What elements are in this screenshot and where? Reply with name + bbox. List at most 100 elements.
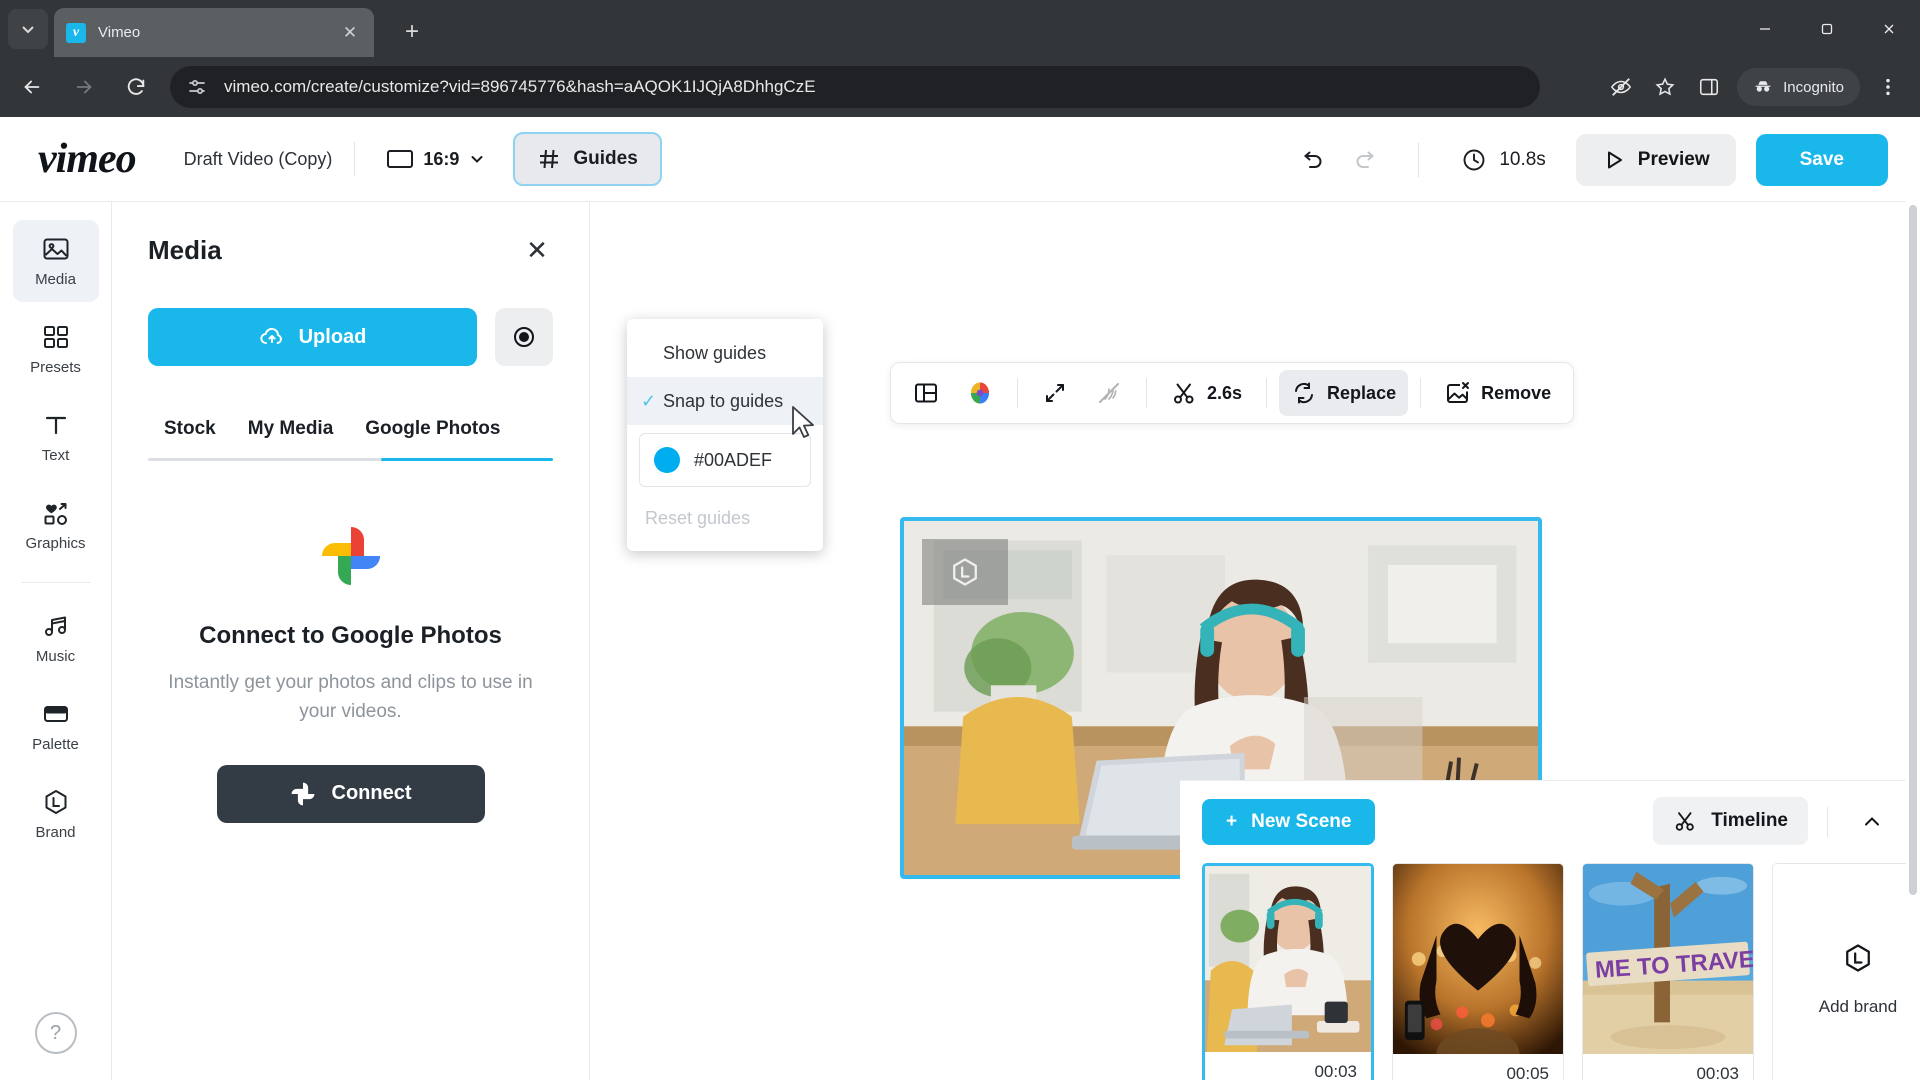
guides-label: Guides — [573, 148, 638, 169]
tab-underline — [148, 458, 553, 461]
scene-list: 00:03 00:05 ME TO TRAVEL 00:03 Add brand — [1202, 863, 1920, 1080]
connect-label: Connect — [331, 782, 412, 805]
expand-icon — [1046, 384, 1064, 402]
project-title[interactable]: Draft Video (Copy) — [184, 149, 333, 170]
close-panel-icon[interactable]: ✕ — [521, 234, 553, 266]
color-button[interactable] — [955, 370, 1005, 416]
preview-label: Preview — [1637, 148, 1710, 170]
bookmark-star-icon[interactable] — [1645, 66, 1685, 108]
scene-thumbnail — [1393, 864, 1563, 1054]
help-button[interactable]: ? — [34, 1012, 77, 1054]
sidebar-item-palette[interactable]: Palette — [13, 685, 99, 767]
record-button[interactable] — [495, 308, 553, 366]
aspect-ratio-selector[interactable]: 16:9 — [377, 137, 495, 181]
remove-button[interactable]: Remove — [1433, 370, 1563, 416]
minimize-icon[interactable] — [1734, 0, 1796, 57]
sidebar-item-presets[interactable]: Presets — [13, 308, 99, 390]
hide-tracking-icon[interactable] — [1601, 66, 1641, 108]
connect-google-photos-button[interactable]: Connect — [216, 764, 485, 823]
google-photos-white-icon — [291, 782, 314, 806]
close-window-icon[interactable] — [1858, 0, 1920, 57]
divider — [1017, 378, 1018, 408]
tab-google-photos[interactable]: Google Photos — [349, 418, 516, 458]
guides-button[interactable]: Guides — [513, 132, 662, 186]
page-scrollbar[interactable] — [1906, 117, 1920, 1080]
tab-search-button[interactable] — [8, 9, 48, 49]
sidebar-item-music[interactable]: Music — [13, 597, 99, 679]
tool-rail: Media Presets Text Graphics Music Palett… — [0, 202, 112, 1080]
tab-stock[interactable]: Stock — [148, 418, 232, 458]
scrollbar-thumb[interactable] — [1909, 205, 1917, 895]
upload-row: Upload — [148, 308, 553, 366]
aspect-ratio-icon — [387, 150, 414, 168]
color-wheel-icon — [971, 382, 989, 404]
add-brand-label: Add brand — [1818, 997, 1898, 1016]
maximize-icon[interactable] — [1796, 0, 1858, 57]
guide-color-picker[interactable]: #00ADEF — [639, 433, 811, 487]
collapse-timeline-button[interactable] — [1852, 805, 1892, 839]
aspect-ratio-value: 16:9 — [423, 148, 460, 169]
thumbnail-image — [1205, 866, 1371, 1052]
new-scene-label: New Scene — [1251, 811, 1352, 832]
remove-image-icon — [1447, 382, 1470, 403]
add-brand-card[interactable]: Add brand — [1772, 863, 1920, 1080]
tab-title: Vimeo — [98, 24, 141, 41]
duration-value: 10.8s — [1499, 148, 1546, 170]
divider — [1827, 807, 1828, 837]
reset-guides-button[interactable]: Reset guides — [627, 495, 823, 541]
scene-card[interactable]: 00:05 — [1392, 863, 1564, 1080]
brand-icon — [1846, 944, 1870, 972]
app-header: vimeo Draft Video (Copy) 16:9 Guides 10.… — [0, 117, 1920, 202]
chrome-menu-icon[interactable] — [1868, 66, 1908, 108]
close-icon[interactable]: ✕ — [338, 21, 362, 45]
incognito-indicator[interactable]: Incognito — [1737, 68, 1860, 106]
graphics-icon — [44, 503, 67, 525]
preview-button[interactable]: Preview — [1575, 133, 1736, 186]
sidebar-item-label: Music — [35, 648, 76, 665]
tab-my-media[interactable]: My Media — [232, 418, 350, 458]
sidebar-item-brand[interactable]: Brand — [13, 773, 99, 855]
scissors-icon — [1676, 812, 1695, 831]
upload-button[interactable]: Upload — [148, 308, 477, 366]
new-scene-button[interactable]: + New Scene — [1202, 799, 1376, 845]
sidebar-item-media[interactable]: Media — [12, 220, 99, 302]
blur-button — [1084, 370, 1134, 416]
replace-button[interactable]: Replace — [1279, 370, 1409, 416]
undo-icon[interactable] — [1288, 136, 1336, 184]
sidebar-item-label: Media — [35, 271, 76, 288]
brand-logo-placeholder[interactable] — [922, 539, 1008, 605]
save-button[interactable]: Save — [1755, 133, 1888, 186]
menu-item-show-guides[interactable]: Show guides — [627, 329, 823, 377]
plus-icon: + — [1226, 811, 1238, 832]
show-guides-label: Show guides — [663, 342, 767, 363]
blur-off-icon — [1099, 383, 1119, 403]
guides-grid-icon — [540, 149, 559, 169]
replace-icon — [1295, 382, 1314, 404]
grid-icon — [43, 326, 68, 348]
google-photos-icon — [321, 527, 380, 585]
browser-toolbar: vimeo.com/create/customize?vid=896745776… — [0, 57, 1920, 117]
timeline-toggle-button[interactable]: Timeline — [1653, 797, 1808, 845]
trim-button[interactable]: 2.6s — [1159, 370, 1254, 416]
new-tab-button[interactable]: + — [395, 15, 429, 49]
total-duration: 10.8s — [1447, 147, 1559, 173]
scene-card[interactable]: 00:03 — [1202, 863, 1374, 1080]
vimeo-create-app: vimeo Draft Video (Copy) 16:9 Guides 10.… — [0, 117, 1920, 1080]
sidebar-item-graphics[interactable]: Graphics — [13, 484, 99, 566]
address-bar[interactable]: vimeo.com/create/customize?vid=896745776… — [170, 66, 1540, 108]
check-icon: ✓ — [641, 390, 657, 411]
back-icon[interactable] — [12, 67, 52, 107]
sidebar-item-text[interactable]: Text — [13, 396, 99, 478]
side-panel-icon[interactable] — [1689, 66, 1729, 108]
scene-card[interactable]: ME TO TRAVEL 00:03 — [1582, 863, 1754, 1080]
browser-tab[interactable]: v Vimeo ✕ — [54, 8, 374, 57]
reload-icon[interactable] — [116, 67, 156, 107]
divider — [1146, 378, 1147, 408]
site-settings-icon[interactable] — [186, 76, 208, 98]
redo-icon — [1342, 136, 1390, 184]
mouse-cursor — [792, 406, 814, 438]
palette-icon — [43, 706, 68, 722]
vimeo-logo[interactable]: vimeo — [38, 135, 137, 183]
expand-button[interactable] — [1030, 370, 1080, 416]
layout-button[interactable] — [901, 370, 951, 416]
